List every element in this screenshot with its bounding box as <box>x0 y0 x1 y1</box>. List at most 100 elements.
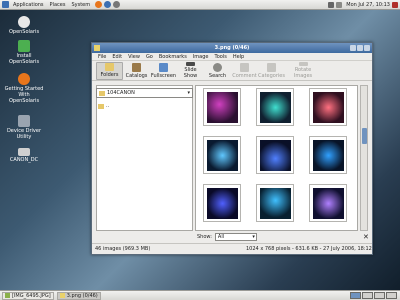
menu-applications[interactable]: Applications <box>10 0 47 10</box>
thumbnail-image <box>313 140 344 171</box>
volume-icon[interactable] <box>336 2 343 8</box>
rotate-images-button[interactable]: Rotate Images <box>285 62 321 80</box>
toolbar: Folders Catalogs Fullscreen Slide Show S… <box>92 61 372 81</box>
clock[interactable]: Mon Jul 27, 10:13 <box>346 2 390 8</box>
minimize-button[interactable] <box>350 45 356 51</box>
thumbnail-image <box>207 140 238 171</box>
slideshow-button[interactable]: Slide Show <box>177 62 204 80</box>
desktop-icon-install[interactable]: Install OpenSolaris <box>4 40 44 65</box>
device-driver-icon <box>18 115 30 127</box>
chevron-down-icon: ▾ <box>187 90 190 96</box>
thumbnail-grid <box>195 85 358 231</box>
system-tray: Mon Jul 27, 10:13 <box>328 0 398 10</box>
menu-system[interactable]: System <box>68 0 93 10</box>
menu-image[interactable]: Image <box>190 54 212 60</box>
taskbar-item-label: 3.png (0/46) <box>66 292 98 299</box>
menu-help[interactable]: Help <box>230 54 247 60</box>
network-icon[interactable] <box>328 2 335 8</box>
workspace-2[interactable] <box>362 292 373 299</box>
folder-combo[interactable]: 104CANON ▾ <box>96 88 193 98</box>
rotate-images-button-label: Rotate Images <box>293 67 313 79</box>
mail-launcher-icon[interactable] <box>104 1 112 8</box>
categories-button-label: Categories <box>258 73 285 79</box>
drive-icon <box>18 148 30 156</box>
catalogs-button-label: Catalogs <box>125 73 148 79</box>
menu-edit[interactable]: Edit <box>109 54 125 60</box>
parent-folder-label: .. <box>106 103 110 109</box>
scrollbar-thumb[interactable] <box>362 128 367 144</box>
power-icon[interactable] <box>392 2 398 8</box>
firefox-launcher-icon[interactable] <box>95 1 103 8</box>
folder-icon <box>98 103 104 109</box>
image-info-status: 1024 x 768 pixels - 631.6 KB - 27 July 2… <box>246 245 372 252</box>
install-icon <box>18 40 30 52</box>
thumbnail[interactable] <box>256 184 294 222</box>
top-panel: Applications Places System Mon Jul 27, 1… <box>0 0 400 10</box>
menu-places[interactable]: Places <box>47 0 69 10</box>
catalogs-button[interactable]: Catalogs <box>123 62 150 80</box>
taskbar-item[interactable]: [IMG_6495.JPG] <box>2 291 54 300</box>
applications-logo-icon <box>2 1 9 8</box>
bottom-panel: [IMG_6495.JPG] 3.png (0/46) <box>0 290 400 300</box>
maximize-button[interactable] <box>357 45 363 51</box>
menubar: File Edit View Go Bookmarks Image Tools … <box>92 53 372 61</box>
image-viewer-icon <box>59 293 65 298</box>
workspace-1[interactable] <box>350 292 361 299</box>
thumbnail[interactable] <box>203 184 241 222</box>
thumbnail-image <box>313 188 344 219</box>
desktop-icon-canon-dc[interactable]: CANON_DC <box>4 148 44 163</box>
thumbnail[interactable] <box>309 136 347 174</box>
show-combo[interactable]: All ▾ <box>214 233 257 241</box>
menu-view[interactable]: View <box>125 54 143 60</box>
thumbnail[interactable] <box>203 136 241 174</box>
search-icon <box>213 63 222 72</box>
thumbnail-scrollbar[interactable] <box>360 85 368 231</box>
menu-go[interactable]: Go <box>143 54 156 60</box>
close-filter-icon[interactable]: ✕ <box>363 233 369 241</box>
menu-bookmarks[interactable]: Bookmarks <box>156 54 190 60</box>
taskbar-item-active[interactable]: 3.png (0/46) <box>56 291 101 300</box>
workspace-4[interactable] <box>386 292 397 299</box>
thumbnail-image <box>260 140 291 171</box>
desktop-icon-device-driver[interactable]: Device Driver Utility <box>4 115 44 140</box>
window-titlebar[interactable]: 3.png (0/46) <box>92 43 372 53</box>
catalog-icon <box>132 63 141 72</box>
fullscreen-button[interactable]: Fullscreen <box>150 62 177 80</box>
thumbnail[interactable] <box>309 184 347 222</box>
comment-button[interactable]: Comment <box>231 62 258 80</box>
fullscreen-button-label: Fullscreen <box>150 73 177 79</box>
thumbnail[interactable] <box>309 88 347 126</box>
comment-button-label: Comment <box>232 73 257 79</box>
thumbnail-image <box>313 92 344 123</box>
thumbnail-image <box>207 92 238 123</box>
thumbnail-image <box>207 188 238 219</box>
image-viewer-icon <box>5 293 10 298</box>
close-button[interactable] <box>364 45 370 51</box>
folders-button[interactable]: Folders <box>96 62 123 80</box>
thumbnail-image <box>260 92 291 123</box>
chevron-down-icon: ▾ <box>252 234 255 240</box>
categories-button[interactable]: Categories <box>258 62 285 80</box>
desktop-icon-getting-started[interactable]: Getting Started With OpenSolaris <box>4 73 44 104</box>
slideshow-icon <box>186 62 195 66</box>
desktop-icon-label: Install OpenSolaris <box>8 53 40 65</box>
menu-file[interactable]: File <box>95 54 109 60</box>
desktop-icon-label: Device Driver Utility <box>6 128 42 140</box>
folder-tree-pane[interactable] <box>96 85 193 231</box>
folder-icon <box>99 90 105 96</box>
folder-icon <box>105 63 114 71</box>
opensolaris-disc-icon <box>18 16 30 28</box>
status-bar: 46 images (969.3 MB) 1024 x 768 pixels -… <box>92 243 372 253</box>
desktop-icon-opensolaris[interactable]: OpenSolaris <box>4 16 44 35</box>
thumbnail[interactable] <box>256 88 294 126</box>
terminal-launcher-icon[interactable] <box>113 1 121 8</box>
folders-button-label: Folders <box>100 72 119 78</box>
comment-icon <box>240 63 249 72</box>
parent-folder-item[interactable]: .. <box>98 103 109 109</box>
thumbnail[interactable] <box>256 136 294 174</box>
workspace-3[interactable] <box>374 292 385 299</box>
search-button[interactable]: Search <box>204 62 231 80</box>
menu-tools[interactable]: Tools <box>211 54 229 60</box>
show-combo-value: All <box>217 234 225 240</box>
thumbnail[interactable] <box>203 88 241 126</box>
